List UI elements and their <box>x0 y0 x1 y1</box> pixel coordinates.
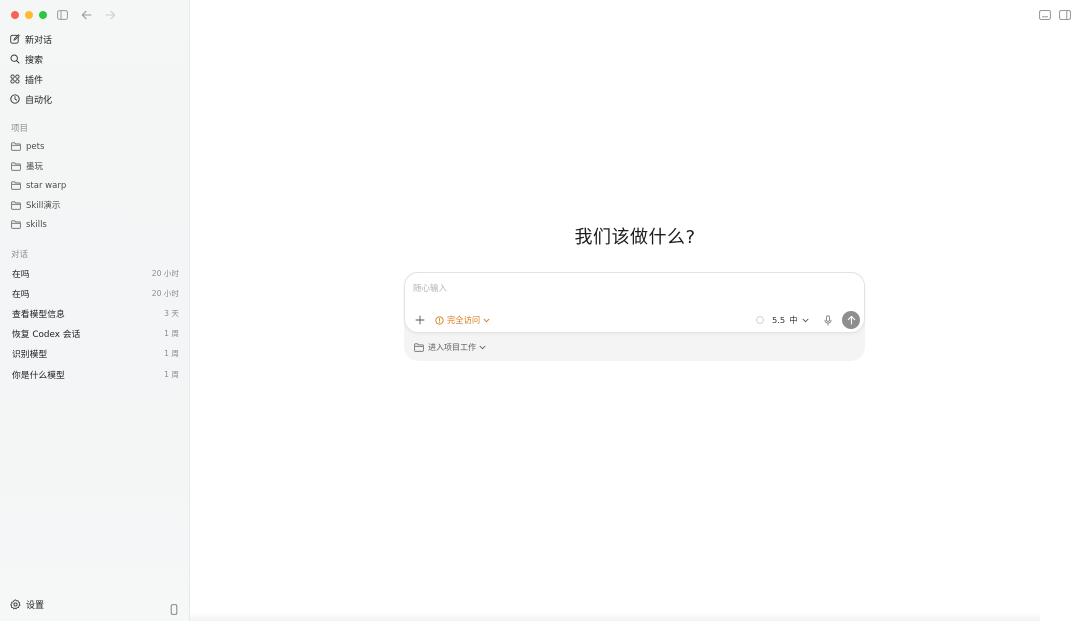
conversation-item[interactable]: 识别模型 1 周 <box>0 344 190 364</box>
conversation-item[interactable]: 在吗 20 小时 <box>0 263 190 283</box>
conversation-list: 在吗 20 小时 在吗 20 小时 查看模型信息 3 天 恢复 Codex 会话… <box>0 263 190 384</box>
chevron-down-icon <box>802 318 809 323</box>
conversation-item[interactable]: 恢复 Codex 会话 1 周 <box>0 324 190 344</box>
compose-icon <box>10 34 20 44</box>
folder-plus-icon <box>414 343 424 353</box>
toggle-sidebar-icon[interactable] <box>55 8 69 22</box>
conversation-item[interactable]: 查看模型信息 3 天 <box>0 303 190 323</box>
chevron-down-icon <box>479 345 486 350</box>
conversation-item[interactable]: 你是什么模型 1 周 <box>0 364 190 384</box>
conversation-title: 在吗 <box>12 269 30 280</box>
microphone-icon[interactable] <box>823 314 833 326</box>
conversation-title: 你是什么模型 <box>12 370 65 381</box>
project-item[interactable]: 墨玩 <box>0 157 190 177</box>
folder-icon <box>11 142 21 152</box>
conversation-time: 20 小时 <box>151 268 179 278</box>
settings-label: 设置 <box>26 601 45 611</box>
composer: 完全访问 5.5 中 <box>404 272 865 333</box>
conversation-time: 20 小时 <box>151 288 179 298</box>
projects-section-label: 项目 <box>11 124 29 134</box>
enter-project-dropdown[interactable]: 进入项目工作 <box>414 341 486 354</box>
zoom-window-button[interactable] <box>39 11 47 19</box>
model-selector-dropdown[interactable]: 5.5 中 <box>772 313 809 327</box>
nav-automation[interactable]: 自动化 <box>0 89 190 109</box>
close-window-button[interactable] <box>11 11 19 19</box>
nav-label: 插件 <box>25 75 44 86</box>
clock-icon <box>10 94 20 104</box>
add-attachment-button[interactable] <box>414 314 425 325</box>
toggle-bottom-panel-icon[interactable] <box>1039 9 1051 20</box>
conversation-title: 恢复 Codex 会话 <box>12 330 81 341</box>
nav-new-chat[interactable]: 新对话 <box>0 29 190 49</box>
settings-button[interactable]: 设置 <box>10 598 44 611</box>
conversation-time: 1 周 <box>164 369 179 379</box>
nav-plugins[interactable]: 插件 <box>0 69 190 89</box>
nav-search[interactable]: 搜索 <box>0 49 190 69</box>
send-button[interactable] <box>842 311 860 329</box>
folder-icon <box>11 200 21 210</box>
project-item[interactable]: Skill演示 <box>0 196 190 216</box>
window-traffic-lights <box>11 11 47 19</box>
alert-circle-icon <box>435 315 444 325</box>
folder-icon <box>11 161 21 171</box>
model-version: 5.5 <box>772 315 786 325</box>
app-window: 新对话 搜索 插件 自动化 项目 pets 墨玩 star warp Skill… <box>0 0 1080 621</box>
folder-icon <box>11 220 21 230</box>
nav-label: 搜索 <box>25 55 44 66</box>
back-arrow-icon[interactable] <box>79 8 93 22</box>
composer-container: 完全访问 5.5 中 <box>404 272 865 361</box>
nav-label: 自动化 <box>25 95 53 106</box>
project-label: Skill演示 <box>26 201 61 212</box>
nav-label: 新对话 <box>25 35 53 46</box>
reasoning-level: 中 <box>789 315 798 325</box>
project-label: 墨玩 <box>26 162 44 173</box>
page-title: 我们该做什么? <box>574 227 696 248</box>
folder-icon <box>11 181 21 191</box>
conversation-time: 1 周 <box>164 329 179 339</box>
gear-icon <box>10 599 21 610</box>
project-list: pets 墨玩 star warp Skill演示 skills <box>0 137 190 235</box>
conversation-time: 1 周 <box>164 349 179 359</box>
access-mode-dropdown[interactable]: 完全访问 <box>435 313 490 327</box>
toggle-right-panel-icon[interactable] <box>1059 9 1071 20</box>
project-label: pets <box>26 141 45 152</box>
plugins-grid-icon <box>10 74 20 84</box>
project-item[interactable]: skills <box>0 215 190 235</box>
conversations-section-label: 对话 <box>11 250 29 260</box>
main-content: 我们该做什么? 完全访问 5.5 <box>190 0 1080 621</box>
project-item[interactable]: pets <box>0 137 190 157</box>
sidebar-toolbar <box>55 8 117 22</box>
conversation-title: 查看模型信息 <box>12 309 65 320</box>
prompt-input[interactable] <box>413 282 713 296</box>
search-icon <box>10 54 20 64</box>
project-label: skills <box>26 219 47 230</box>
sidebar-nav: 新对话 搜索 插件 自动化 <box>0 29 190 109</box>
arrow-up-icon <box>847 315 855 325</box>
conversation-title: 识别模型 <box>12 350 48 361</box>
access-mode-label: 完全访问 <box>447 315 481 325</box>
project-label: star warp <box>26 180 67 191</box>
chevron-down-icon <box>483 318 490 323</box>
conversation-title: 在吗 <box>12 289 30 300</box>
project-item[interactable]: star warp <box>0 176 190 196</box>
context-usage-icon[interactable] <box>756 316 764 324</box>
forward-arrow-icon[interactable] <box>103 8 117 22</box>
sidebar: 新对话 搜索 插件 自动化 项目 pets 墨玩 star warp Skill… <box>0 0 190 621</box>
mobile-device-icon[interactable] <box>169 600 179 615</box>
minimize-window-button[interactable] <box>25 11 33 19</box>
conversation-time: 3 天 <box>164 308 179 318</box>
conversation-item[interactable]: 在吗 20 小时 <box>0 283 190 303</box>
enter-project-label: 进入项目工作 <box>428 343 476 352</box>
